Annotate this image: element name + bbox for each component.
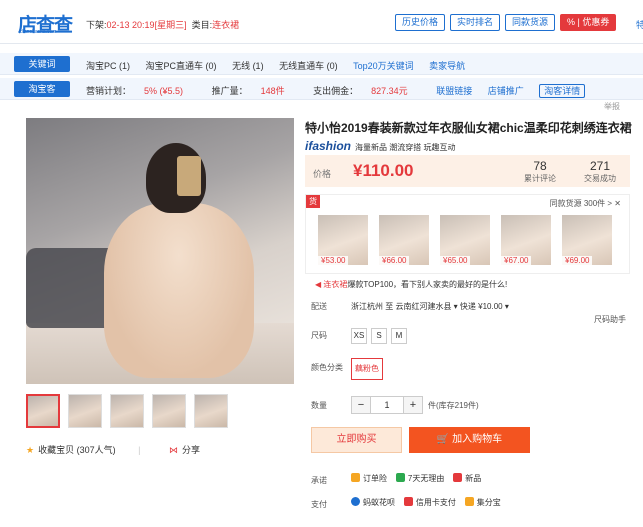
hot-banner[interactable]: ◀ 连衣裙爆款TOP100，看下别人家卖的最好的是什么! xyxy=(315,279,507,290)
qty-plus-button[interactable]: + xyxy=(403,396,423,414)
thumbnail[interactable] xyxy=(194,394,228,428)
pay-info: 支出佣金： 827.34元 xyxy=(313,86,408,96)
keyword-band: 关键词 淘宝PC (1) 淘宝PC直通车 (0) 无线 (1) 无线直通车 (0… xyxy=(0,53,643,75)
qty-input[interactable]: 1 xyxy=(371,396,403,414)
review-count[interactable]: 78 累计评论 xyxy=(515,159,565,184)
sales-count: 271 交易成功 xyxy=(584,159,616,183)
kw-taobao-pc[interactable]: 淘宝PC (1) xyxy=(86,61,130,71)
taoke-detail-button[interactable]: 淘客详情 xyxy=(539,84,586,98)
clipped-text: 特 xyxy=(636,20,643,30)
ifashion-logo[interactable]: ifashion xyxy=(305,139,351,153)
star-icon: ★ xyxy=(26,445,35,455)
buy-now-button[interactable]: 立即购买 xyxy=(311,427,402,453)
similar-item[interactable]: ¥69.00 xyxy=(562,215,612,265)
share-link[interactable]: 分享 xyxy=(182,445,200,455)
thumbnail[interactable] xyxy=(26,394,60,428)
size-option-s[interactable]: S xyxy=(371,328,387,344)
price-box: 价格 ¥110.00 78 累计评论 271 交易成功 xyxy=(305,155,630,187)
similar-item[interactable]: ¥66.00 xyxy=(379,215,429,265)
color-option[interactable]: 藕粉色 xyxy=(351,358,383,380)
insurance-icon xyxy=(351,473,360,482)
similar-item[interactable]: ¥53.00 xyxy=(318,215,368,265)
promo-info: 推广量： 148件 xyxy=(211,86,285,96)
thumbnail[interactable] xyxy=(152,394,186,428)
huabei-icon xyxy=(351,497,360,506)
price: ¥110.00 xyxy=(353,161,414,180)
share-icon: ⋈ xyxy=(168,445,178,455)
qty-minus-button[interactable]: − xyxy=(351,396,371,414)
size-option-xs[interactable]: XS xyxy=(351,328,367,344)
listing-meta: 下架:02-13 20:19[星期三] 类目:连衣裙 xyxy=(86,20,240,30)
seven-day-icon xyxy=(395,473,405,482)
same-source-panel: 货 同款货源 300件 > ✕ ¥53.00 ¥66.00 ¥65.00 ¥67… xyxy=(305,194,630,274)
report-link[interactable]: 举报 xyxy=(604,101,620,112)
similar-item[interactable]: ¥67.00 xyxy=(501,215,551,265)
same-source-button[interactable]: 同款货源 xyxy=(505,14,556,31)
speaker-icon: ◀ xyxy=(315,280,322,289)
history-price-button[interactable]: 历史价格 xyxy=(395,14,446,31)
payment-list: 蚂蚁花呗 信用卡支付 集分宝 xyxy=(351,497,501,508)
taobaoke-tag: 淘宝客 xyxy=(14,81,70,97)
thumbnail-strip xyxy=(26,394,236,428)
delivery-select[interactable]: 浙江杭州 至 云南红河建水县 ▾ 快递 ¥10.00 ▾ xyxy=(351,301,509,312)
kw-taobao-pc-ztc[interactable]: 淘宝PC直通车 (0) xyxy=(146,61,217,71)
logo[interactable]: 店查查 dianchacha.com xyxy=(18,10,80,36)
size-helper-link[interactable]: 尺码助手 xyxy=(594,314,626,325)
kw-wireless-ztc[interactable]: 无线直通车 (0) xyxy=(279,61,338,71)
cart-icon: 🛒 xyxy=(436,434,450,445)
coupon-button[interactable]: % | 优惠券 xyxy=(560,14,617,31)
size-option-m[interactable]: M xyxy=(391,328,407,344)
similar-item[interactable]: ¥65.00 xyxy=(440,215,490,265)
favorite-link[interactable]: 收藏宝贝 (307人气) xyxy=(38,445,116,455)
brand-line: ifashion 海量新品 潮流穿搭 玩趣互动 xyxy=(305,139,456,153)
thumbnail[interactable] xyxy=(110,394,144,428)
add-to-cart-button[interactable]: 🛒 加入购物车 xyxy=(409,427,530,453)
store-promo-link[interactable]: 店铺推广 xyxy=(488,86,524,96)
realtime-rank-button[interactable]: 实时排名 xyxy=(450,14,501,31)
promise-list: 订单险 7天无理由 新品 xyxy=(351,473,481,484)
new-product-icon xyxy=(453,473,463,482)
main-product-image[interactable]: ⌕ xyxy=(26,118,294,384)
keyword-tag: 关键词 xyxy=(14,56,70,72)
quantity-stepper: − 1 + 件(库存219件) xyxy=(351,396,479,414)
item-actions: ★ 收藏宝贝 (307人气) | ⋈ 分享 xyxy=(26,445,200,455)
top-bar: 店查查 dianchacha.com 下架:02-13 20:19[星期三] 类目… xyxy=(0,0,643,44)
jifenbao-icon xyxy=(464,497,474,506)
credit-card-icon xyxy=(403,497,413,506)
kw-wireless[interactable]: 无线 (1) xyxy=(232,61,264,71)
plan-info: 营销计划： 5% (¥5.5) xyxy=(86,86,184,96)
same-source-header[interactable]: 同款货源 300件 > ✕ xyxy=(550,198,621,209)
taobaoke-band: 淘宝客 营销计划： 5% (¥5.5) 推广量： 148件 支出佣金： 827.34元… xyxy=(0,78,643,100)
thumbnail[interactable] xyxy=(68,394,102,428)
product-title: 特小怡2019春装新款过年衣服仙女裙chic温柔印花刺绣连衣裙 xyxy=(305,121,632,135)
kw-seller-nav[interactable]: 卖家导航 xyxy=(429,61,465,71)
kw-top20[interactable]: Top20万关键词 xyxy=(353,61,414,71)
alliance-link[interactable]: 联盟链接 xyxy=(436,86,472,96)
